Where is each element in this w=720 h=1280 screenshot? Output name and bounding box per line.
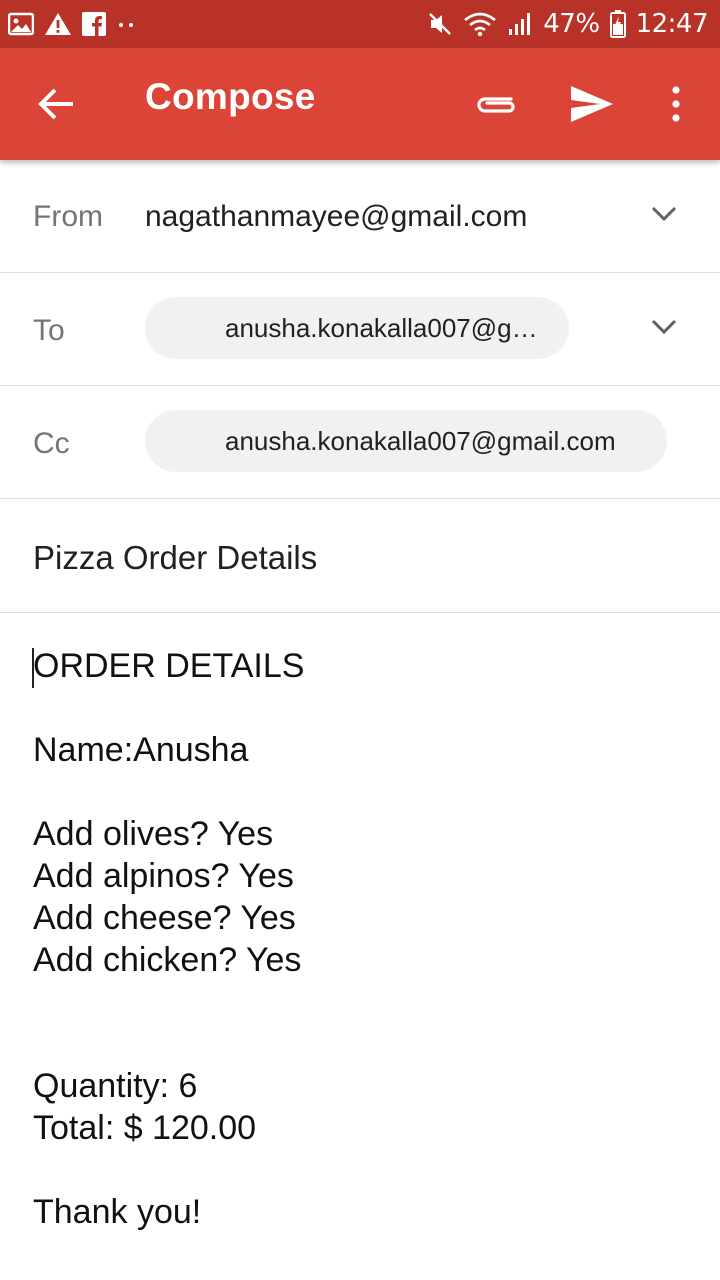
- body-name: Name:Anusha: [33, 731, 249, 769]
- to-expand-button[interactable]: [648, 313, 680, 345]
- wifi-icon: [463, 11, 497, 37]
- back-button[interactable]: [34, 84, 78, 128]
- attach-button[interactable]: [472, 82, 520, 130]
- compose-body[interactable]: ORDER DETAILS Name:Anusha Add olives? Ye…: [32, 645, 693, 1233]
- app-bar: Compose: [0, 48, 720, 160]
- cc-row: Cc anusha.konakalla007@gmail.com: [0, 386, 720, 499]
- battery-icon: [609, 10, 626, 38]
- image-icon: [8, 12, 34, 36]
- send-icon: [570, 84, 614, 129]
- more-vert-icon: [671, 85, 681, 127]
- cc-label: Cc: [33, 427, 70, 460]
- to-row: To anusha.konakalla007@g…: [0, 273, 720, 386]
- clock: 12:47: [635, 9, 709, 39]
- more-dots-icon: [116, 12, 136, 36]
- from-account[interactable]: nagathanmayee@gmail.com: [145, 200, 527, 234]
- subject-field[interactable]: Pizza Order Details: [33, 539, 317, 577]
- signal-icon: [507, 11, 533, 37]
- body-chicken: Add chicken? Yes: [33, 941, 302, 979]
- from-row: From nagathanmayee@gmail.com: [0, 160, 720, 273]
- chevron-down-icon: [651, 319, 677, 340]
- more-options-button[interactable]: [660, 80, 692, 132]
- body-cheese: Add cheese? Yes: [33, 899, 296, 937]
- attachment-icon: [473, 91, 519, 122]
- battery-percent: 47%: [543, 9, 600, 39]
- from-dropdown-button[interactable]: [648, 200, 680, 232]
- body-closing: Thank you!: [33, 1193, 202, 1231]
- body-total: Total: $ 120.00: [33, 1109, 257, 1147]
- send-button[interactable]: [566, 80, 618, 132]
- body-olives: Add olives? Yes: [33, 815, 274, 853]
- body-heading: ORDER DETAILS: [33, 647, 305, 685]
- chevron-down-icon: [651, 206, 677, 227]
- from-label: From: [33, 200, 103, 233]
- body-quantity: Quantity: 6: [33, 1067, 198, 1105]
- body-alpinos: Add alpinos? Yes: [33, 857, 294, 895]
- text-cursor: [32, 648, 34, 688]
- mute-icon: [427, 11, 453, 37]
- to-recipient-chip[interactable]: anusha.konakalla007@g…: [145, 297, 569, 359]
- facebook-icon: [82, 12, 106, 36]
- to-label: To: [33, 314, 65, 347]
- status-bar: 47% 12:47: [0, 0, 720, 48]
- subject-row: Pizza Order Details: [0, 499, 720, 613]
- back-arrow-icon: [37, 87, 75, 126]
- page-title: Compose: [145, 76, 316, 117]
- warning-icon: [44, 12, 72, 36]
- cc-recipient-chip[interactable]: anusha.konakalla007@gmail.com: [145, 410, 667, 472]
